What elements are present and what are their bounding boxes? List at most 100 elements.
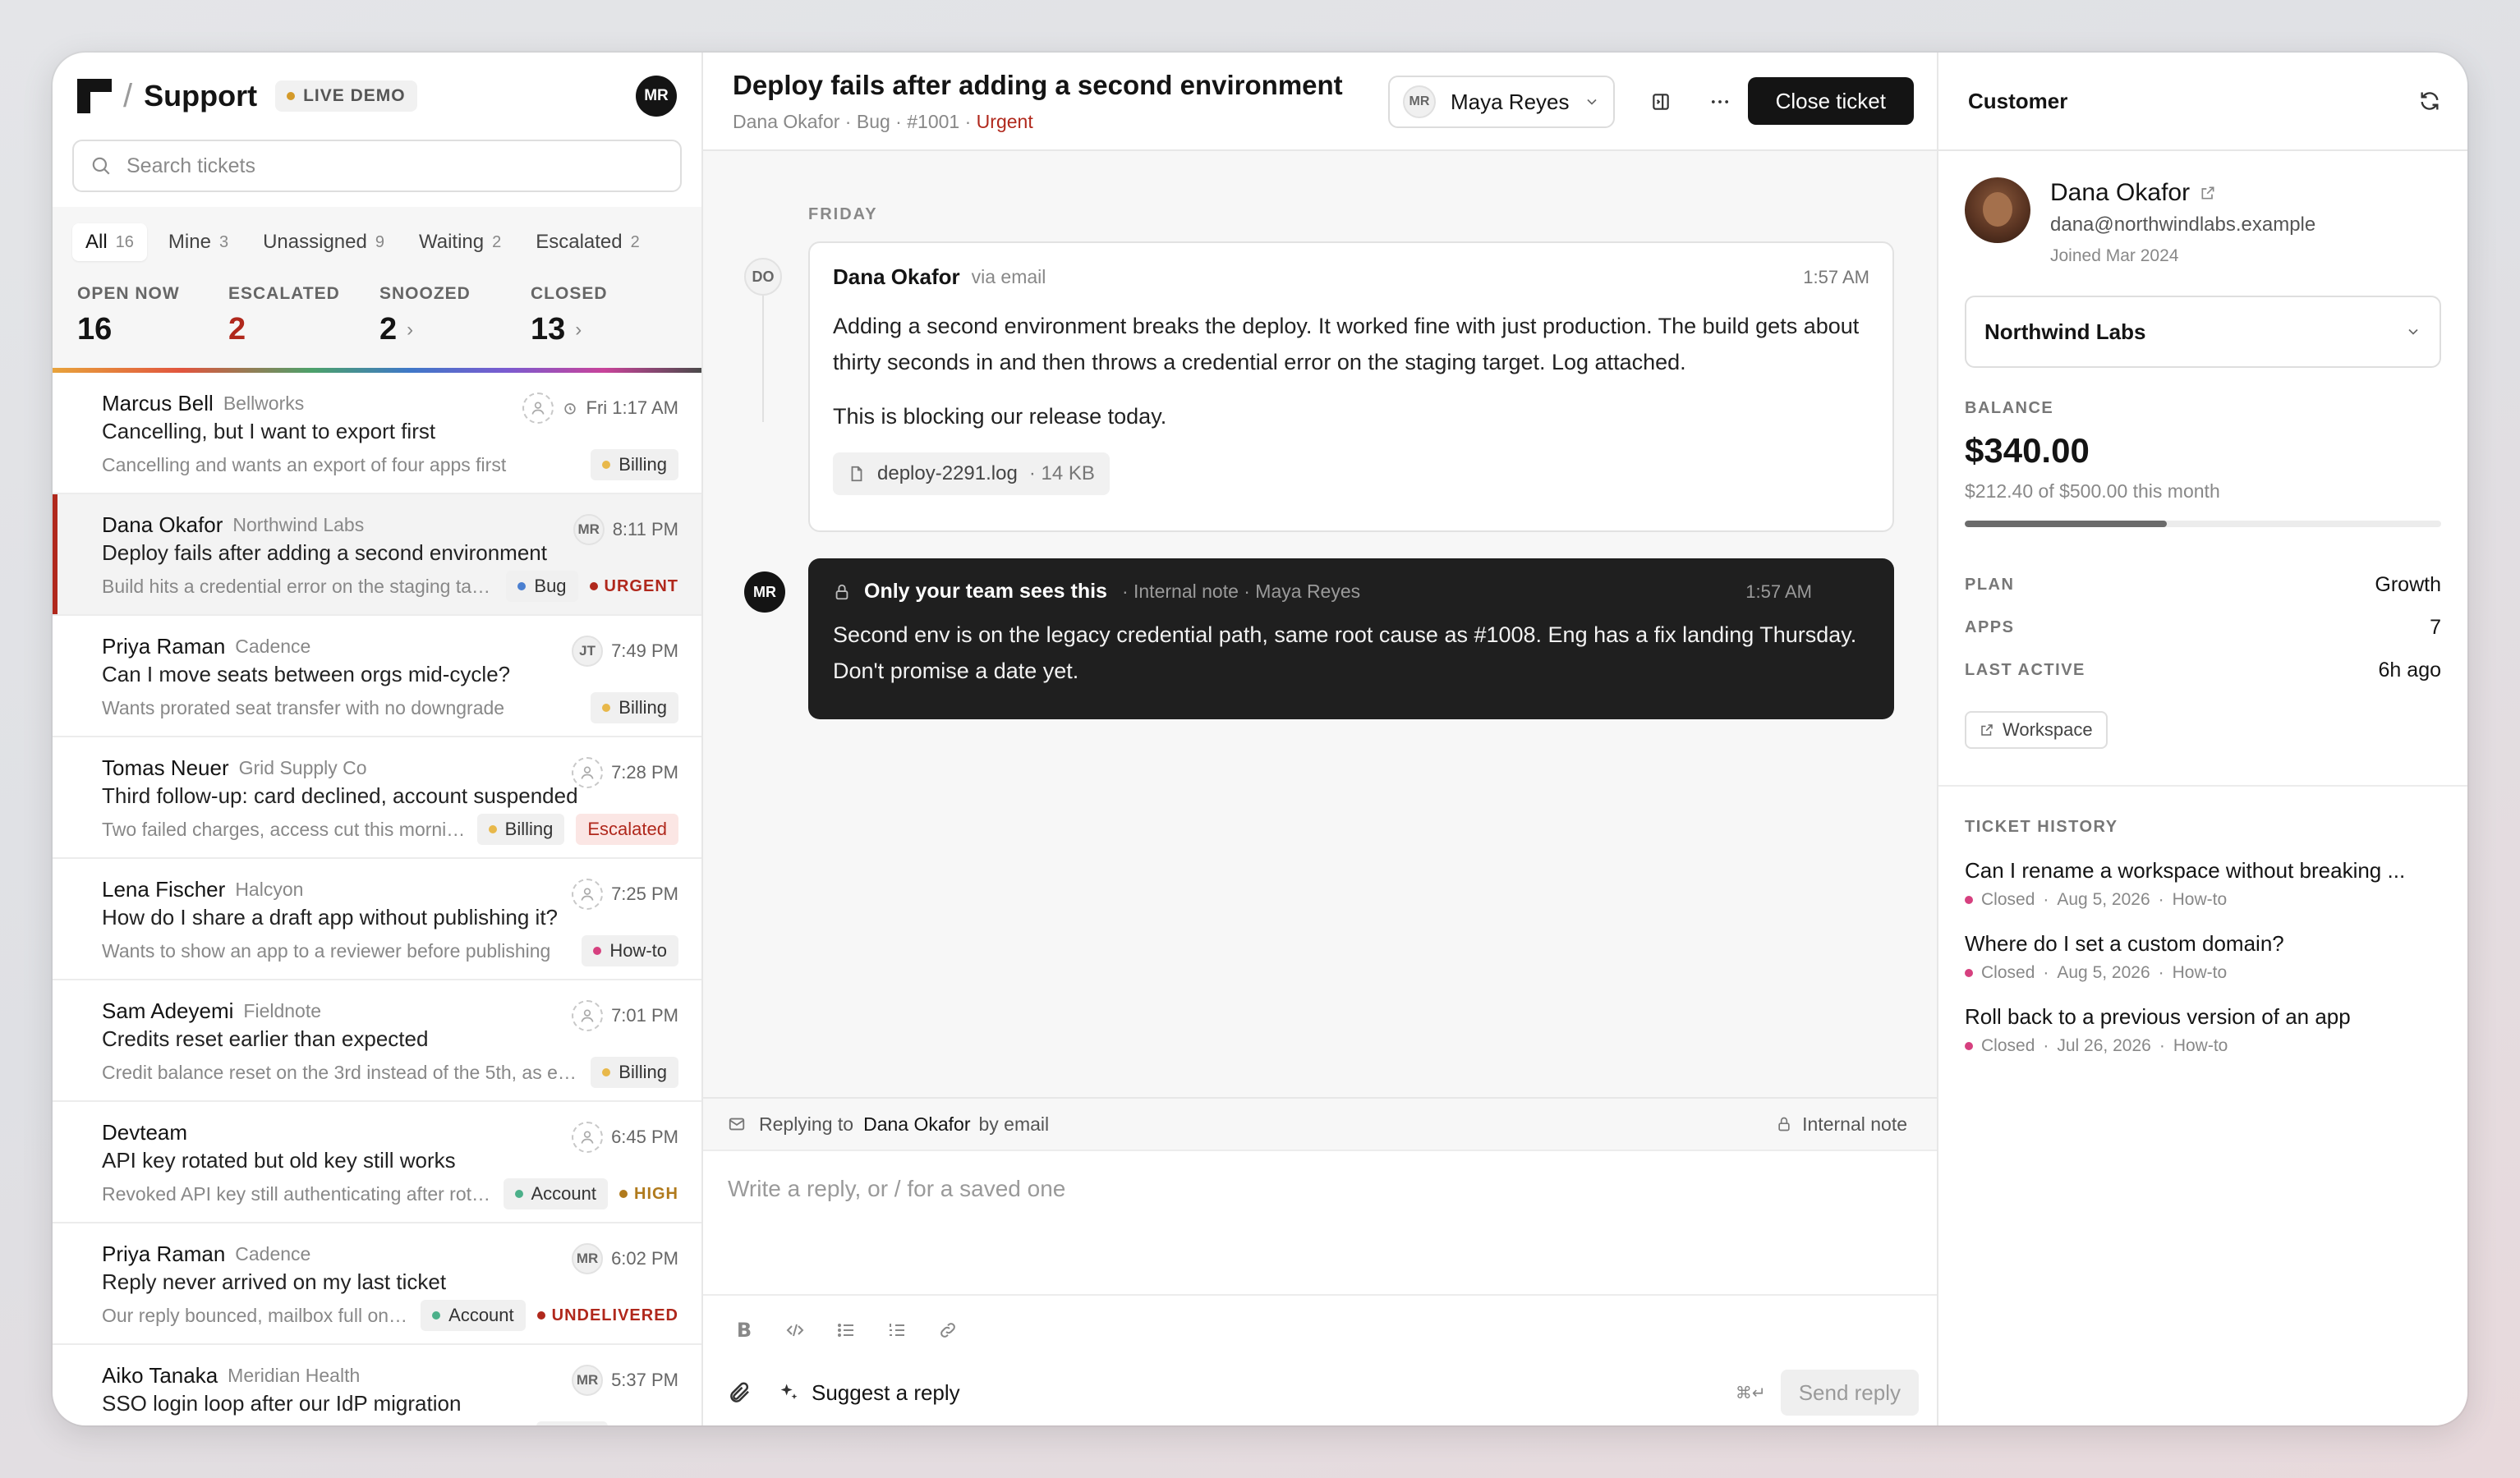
- ticket-row[interactable]: Marcus Bell Bellworks Fri 1:17 AM Cancell…: [53, 373, 701, 494]
- history-item[interactable]: Roll back to a previous version of an ap…: [1965, 1004, 2441, 1056]
- customer-avatar: DO: [744, 258, 782, 296]
- category-tag: Account: [421, 1300, 526, 1331]
- tab-count: 2: [630, 232, 640, 251]
- suggest-reply-button[interactable]: Suggest a reply: [777, 1380, 960, 1406]
- tab-mine[interactable]: Mine 3: [155, 223, 241, 261]
- ticket-customer-name: Sam Adeyemi: [102, 998, 234, 1023]
- ticket-customer[interactable]: Dana Okafor: [733, 111, 839, 132]
- stat-closed[interactable]: CLOSED 13 ›: [531, 284, 682, 368]
- bold-icon[interactable]: B: [728, 1314, 761, 1347]
- balance-label: BALANCE: [1965, 399, 2054, 417]
- stat-snoozed[interactable]: SNOOZED 2 ›: [379, 284, 531, 368]
- day-divider: FRIDAY: [808, 205, 878, 223]
- ticket-row[interactable]: Dana Okafor Northwind Labs MR 8:11 PM Depl…: [53, 494, 701, 616]
- sidebar-panel-icon: [1653, 94, 1669, 110]
- more-options-button[interactable]: [1699, 80, 1741, 123]
- numbered-list-icon[interactable]: [881, 1314, 913, 1347]
- workspace-button[interactable]: Workspace: [1965, 711, 2108, 749]
- ticket-customer-name: Devteam: [102, 1119, 188, 1145]
- queue-stats: OPEN NOW 16 ESCALATED 2 SNOOZED 2 › CLOSED 13 ›: [72, 263, 682, 368]
- customer-photo: [1965, 177, 2030, 243]
- chevron-down-icon: [2408, 328, 2418, 335]
- status-dot: [1965, 1042, 1973, 1050]
- stat-label: OPEN NOW: [77, 284, 180, 303]
- reply-recipient[interactable]: Dana Okafor: [863, 1113, 970, 1136]
- ticket-customer-name: Tomas Neuer: [102, 755, 229, 780]
- priority-badge: HIGH: [619, 1185, 678, 1204]
- unassigned-icon: [572, 879, 604, 910]
- external-link-icon: [2201, 186, 2214, 200]
- ticket-preview: Two failed charges, access cut this morn…: [102, 818, 467, 840]
- tab-count: 16: [115, 232, 134, 251]
- balance-amount: $340.00: [1965, 431, 2090, 470]
- assignee-avatar: MR: [572, 1365, 604, 1396]
- ticket-customer-name: Priya Raman: [102, 633, 226, 659]
- stat-number: 16: [77, 312, 113, 347]
- customer-name[interactable]: Dana Okafor: [2050, 179, 2315, 207]
- tab-waiting[interactable]: Waiting 2: [406, 223, 514, 261]
- category-tag: Account: [503, 1178, 608, 1209]
- ticket-time: 6:45 PM: [611, 1127, 678, 1147]
- tab-count: 3: [218, 232, 229, 251]
- category-tag: Billing: [591, 449, 678, 480]
- attachment-chip[interactable]: deploy-2291.log · 14 KB: [833, 452, 1110, 495]
- close-ticket-button[interactable]: Close ticket: [1747, 77, 1914, 125]
- plan-value: Growth: [2375, 572, 2441, 596]
- customer-panel: Customer Dana Okafor dana@northwindlabs.…: [1937, 53, 2467, 1425]
- balance-section: BALANCE $340.00 $212.40 of $500.00 this …: [1938, 368, 2467, 527]
- history-item[interactable]: Where do I set a custom domain? Closed · A…: [1965, 931, 2441, 983]
- ticket-row[interactable]: Devteam 6:45 PM API key rotated but old …: [53, 1102, 701, 1223]
- message-time: 1:57 AM: [1803, 266, 1869, 287]
- search-icon: [92, 157, 110, 175]
- history-item[interactable]: Can I rename a workspace without breakin…: [1965, 858, 2441, 910]
- ticket-company: Meridian Health: [228, 1364, 361, 1386]
- history-date: Aug 5, 2026: [2057, 890, 2150, 909]
- send-reply-button[interactable]: Send reply: [1780, 1370, 1919, 1416]
- ticket-row[interactable]: Priya Raman Cadence JT 7:49 PM Can I move …: [53, 616, 701, 737]
- internal-note-label: Internal note: [1802, 1113, 1907, 1135]
- search-input[interactable]: [126, 154, 664, 178]
- ticket-list: Marcus Bell Bellworks Fri 1:17 AM Cancell…: [53, 373, 701, 1425]
- message-body: Adding a second environment breaks the d…: [833, 314, 1860, 374]
- apps-label: APPS: [1965, 617, 2015, 636]
- tab-all[interactable]: All 16: [72, 223, 147, 261]
- ticket-row[interactable]: Priya Raman Cadence MR 6:02 PM Reply never…: [53, 1223, 701, 1345]
- code-icon[interactable]: [779, 1314, 812, 1347]
- search-box[interactable]: [72, 140, 682, 192]
- ticket-time: 8:11 PM: [612, 519, 678, 539]
- chevron-right-icon: ›: [575, 318, 582, 341]
- toggle-panel-button[interactable]: [1639, 80, 1682, 123]
- ticket-history-label: TICKET HISTORY: [1965, 818, 2118, 836]
- user-avatar[interactable]: MR: [636, 76, 677, 117]
- stat-value: 13 ›: [531, 312, 682, 347]
- category-label: Bug: [534, 576, 567, 596]
- stat-escalated: ESCALATED 2: [228, 284, 379, 368]
- ticket-type: Bug: [856, 110, 890, 132]
- tab-unassigned[interactable]: Unassigned 9: [250, 223, 398, 261]
- ticket-company: Northwind Labs: [232, 513, 365, 535]
- tab-escalated[interactable]: Escalated 2: [522, 223, 653, 261]
- internal-note-toggle[interactable]: Internal note: [1776, 1113, 1907, 1136]
- ticket-row[interactable]: Sam Adeyemi Fieldnote 7:01 PM Credits res…: [53, 980, 701, 1102]
- ticket-company: Cadence: [235, 1242, 311, 1265]
- ticket-title: Deploy fails after adding a second envir…: [733, 69, 1343, 100]
- account-details: PLAN Growth APPS 7 LAST ACTIVE 6h ago: [1938, 527, 2467, 691]
- refresh-icon[interactable]: [2418, 90, 2441, 112]
- escalated-badge: Escalated: [576, 814, 678, 845]
- ticket-row[interactable]: Lena Fischer Halcyon 7:25 PM How do I sha…: [53, 859, 701, 980]
- category-tag: How-to: [582, 935, 678, 966]
- organization-select[interactable]: Northwind Labs: [1965, 296, 2441, 368]
- note-title: Only your team sees this: [864, 580, 1107, 603]
- assignee-avatar: JT: [572, 636, 604, 667]
- reply-input[interactable]: [703, 1151, 1937, 1296]
- bullet-list-icon[interactable]: [830, 1314, 862, 1347]
- ticket-time: 5:37 PM: [611, 1370, 678, 1390]
- assignee-select[interactable]: MR Maya Reyes: [1388, 76, 1615, 128]
- customer-email: dana@northwindlabs.example: [2050, 213, 2316, 236]
- lock-icon: [835, 584, 848, 599]
- link-icon[interactable]: [931, 1314, 964, 1347]
- unassigned-icon: [572, 1122, 604, 1153]
- ticket-row[interactable]: Tomas Neuer Grid Supply Co 7:28 PM Third …: [53, 737, 701, 859]
- paperclip-icon[interactable]: [728, 1380, 752, 1405]
- ticket-row[interactable]: Aiko Tanaka Meridian Health MR 5:37 PM SSO…: [53, 1345, 701, 1425]
